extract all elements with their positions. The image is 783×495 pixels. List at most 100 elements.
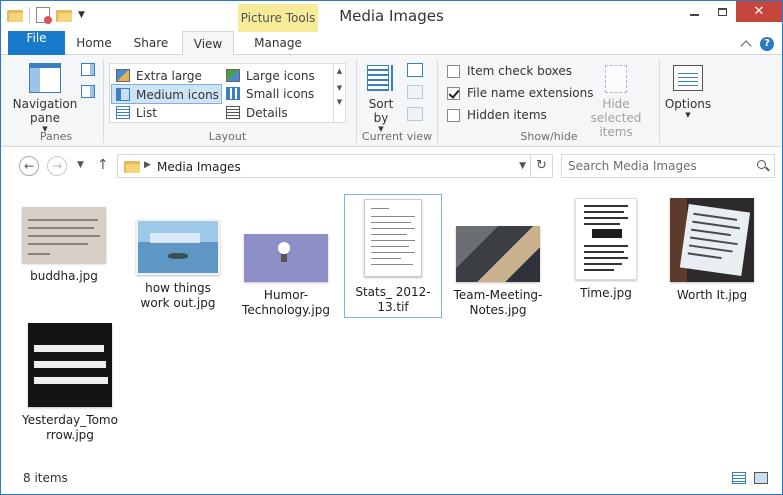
details-view-icon[interactable] (732, 472, 746, 484)
options-button[interactable]: Options ▼ (661, 97, 715, 120)
hidden-items-checkbox[interactable] (447, 108, 460, 122)
file-name-extensions-option[interactable]: File name extensions (447, 85, 594, 101)
layout-item-label: List (136, 106, 157, 120)
ribbon-controls: ? (740, 37, 774, 52)
layout-details[interactable]: Details (222, 103, 332, 123)
status-bar: 8 items (1, 464, 782, 494)
layout-medium-icons[interactable]: Medium icons (111, 84, 222, 104)
file-thumbnail (28, 323, 112, 407)
more-icon[interactable]: ▼ (334, 98, 345, 106)
file-item[interactable]: Team-Meeting-Notes.jpg (449, 204, 547, 318)
list-icon (116, 106, 130, 119)
file-view: buddha.jpg how things work out.jpg Humor… (1, 184, 782, 464)
chevron-down-icon[interactable]: ▼ (334, 84, 345, 92)
search-box[interactable] (561, 154, 775, 178)
file-thumbnail (22, 207, 106, 263)
hidden-items-option[interactable]: Hidden items (447, 107, 547, 123)
file-name: Stats_ 2012-13.tif (355, 285, 431, 314)
group-label-show-hide: Show/hide (520, 130, 578, 143)
title-bar: ▼ Picture Tools Media Images ✕ (1, 1, 782, 32)
details-pane-icon[interactable] (81, 85, 95, 98)
sort-by-label: Sort by (368, 97, 394, 125)
file-name: Worth It.jpg (676, 288, 748, 302)
file-item[interactable]: how things work out.jpg (129, 204, 227, 311)
options-icon[interactable] (673, 65, 703, 91)
sort-by-icon[interactable] (367, 65, 389, 91)
add-columns-icon (407, 85, 423, 99)
navigation-bar: ← → ▼ ↑ ▶ Media Images ▼ ↻ (1, 148, 782, 184)
details-icon (226, 106, 240, 119)
file-name: how things work out.jpg (140, 281, 216, 310)
back-button[interactable]: ← (19, 156, 39, 176)
file-name: Team-Meeting-Notes.jpg (453, 288, 543, 317)
chevron-right-icon[interactable]: ▶ (144, 160, 151, 170)
chevron-up-icon[interactable]: ▲ (334, 67, 345, 75)
large-icons-view-icon[interactable] (754, 472, 768, 484)
sort-arrows-icon (391, 65, 397, 91)
group-label-panes: Panes (39, 130, 73, 143)
breadcrumb[interactable]: Media Images (157, 160, 241, 174)
file-name: Time.jpg (580, 286, 632, 300)
large-icons-icon (226, 69, 240, 82)
tab-share[interactable]: Share (127, 31, 175, 55)
group-label-layout: Layout (208, 130, 247, 143)
layout-large-icons[interactable]: Large icons (222, 66, 332, 86)
file-name: buddha.jpg (30, 269, 98, 283)
preview-pane-icon[interactable] (81, 63, 95, 76)
item-check-boxes-option[interactable]: Item check boxes (447, 63, 572, 79)
item-check-boxes-label: Item check boxes (467, 64, 573, 78)
group-divider (356, 59, 357, 143)
file-item[interactable]: Time.jpg (557, 196, 655, 301)
minimize-ribbon-icon[interactable] (740, 40, 752, 52)
tab-home[interactable]: Home (71, 31, 117, 55)
help-icon[interactable]: ? (760, 37, 774, 51)
address-history-dropdown-icon[interactable]: ▼ (519, 161, 526, 171)
file-name-extensions-label: File name extensions (467, 86, 594, 100)
layout-extra-large-icons[interactable]: Extra large icons (112, 66, 222, 103)
item-check-boxes-checkbox[interactable] (447, 64, 460, 78)
file-item[interactable]: Yesterday_Tomorrow.jpg (21, 323, 119, 443)
file-item[interactable]: Humor-Technology.jpg (237, 204, 335, 318)
search-icon[interactable] (757, 160, 766, 169)
file-thumbnail (670, 198, 754, 282)
close-button[interactable]: ✕ (736, 1, 782, 22)
navigation-pane-label: Navigation pane (12, 97, 78, 125)
up-arrow-icon[interactable]: ↑ (97, 157, 109, 173)
forward-arrow-icon: → (51, 159, 63, 173)
layout-gallery-scrollbar[interactable]: ▲ ▼ ▼ (333, 64, 345, 122)
layout-item-label: Large icons (246, 69, 315, 83)
maximize-button[interactable] (708, 1, 736, 22)
refresh-icon[interactable]: ↻ (530, 155, 552, 177)
layout-small-icons[interactable]: Small icons (222, 84, 332, 104)
tab-file[interactable]: File (8, 31, 65, 55)
ribbon: Navigation pane ▼ Panes Extra large icon… (1, 55, 782, 147)
minimize-icon (689, 13, 699, 16)
layout-list[interactable]: List (112, 103, 222, 123)
file-name: Humor-Technology.jpg (242, 288, 330, 317)
address-bar[interactable]: ▶ Media Images ▼ ↻ (117, 154, 553, 178)
recent-locations-dropdown-icon[interactable]: ▼ (77, 160, 84, 170)
group-divider (659, 59, 660, 143)
file-item[interactable]: buddha.jpg (15, 204, 113, 284)
hidden-items-label: Hidden items (467, 108, 547, 122)
layout-gallery: Extra large icons Large icons Medium ico… (109, 63, 346, 123)
chevron-down-icon: ▼ (685, 111, 691, 119)
minimize-button[interactable] (680, 1, 708, 22)
small-icons-icon (226, 87, 240, 100)
navigation-pane-button[interactable]: Navigation pane ▼ (11, 61, 79, 134)
tab-view[interactable]: View (182, 31, 234, 56)
group-by-icon[interactable] (407, 63, 423, 77)
folder-icon (124, 160, 140, 173)
navigation-pane-icon (29, 63, 61, 93)
file-name-extensions-checkbox[interactable] (447, 86, 460, 100)
back-arrow-icon: ← (23, 159, 35, 173)
file-item[interactable]: Worth It.jpg (663, 196, 761, 303)
file-thumbnail (456, 226, 540, 282)
search-input[interactable] (568, 158, 748, 174)
layout-item-label: Details (246, 106, 288, 120)
window-controls: ✕ (680, 1, 782, 22)
tab-manage[interactable]: Manage (238, 31, 318, 55)
file-name: Yesterday_Tomorrow.jpg (22, 413, 118, 442)
sort-by-button[interactable]: Sort by ▼ (363, 97, 399, 134)
file-item-selected[interactable]: Stats_ 2012-13.tif (344, 194, 442, 318)
